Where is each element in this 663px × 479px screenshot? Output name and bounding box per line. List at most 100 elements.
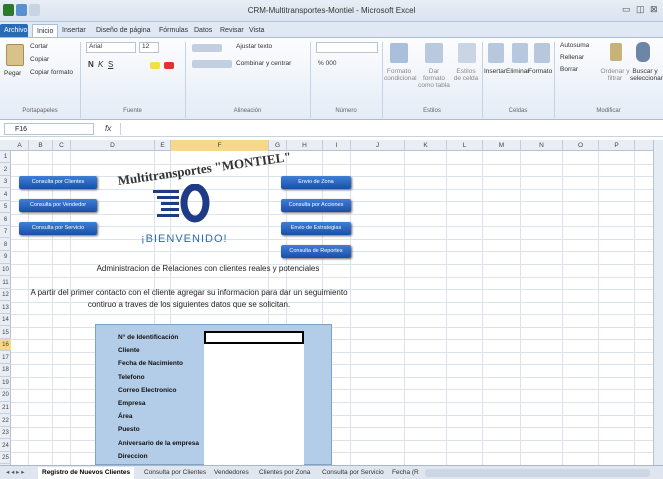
row-header-8[interactable]: 8 — [0, 239, 11, 252]
number-format-select[interactable] — [316, 42, 378, 53]
cut-button[interactable]: Cortar — [30, 43, 48, 50]
column-header-n[interactable]: N — [521, 140, 563, 151]
horizontal-scrollbar[interactable] — [425, 469, 650, 477]
font-size-select[interactable]: 12 — [139, 42, 159, 53]
column-header-b[interactable]: B — [29, 140, 53, 151]
button-consulta-reportes[interactable]: Consulta de Reportes — [281, 245, 351, 258]
tab-insert[interactable]: Insertar — [58, 24, 90, 37]
row-header-12[interactable]: 12 — [0, 289, 11, 302]
row-header-25[interactable]: 25 — [0, 452, 11, 465]
column-header-c[interactable]: C — [53, 140, 71, 151]
row-header-10[interactable]: 10 — [0, 264, 11, 277]
selected-cell[interactable] — [204, 331, 304, 344]
minimize-button[interactable]: ▭ — [622, 4, 631, 15]
column-header-p[interactable]: P — [599, 140, 635, 151]
row-header-14[interactable]: 14 — [0, 314, 11, 327]
column-header-l[interactable]: L — [447, 140, 483, 151]
sheet-tab-consulta-servicio[interactable]: Consulta por Servicio — [318, 467, 388, 479]
button-consulta-servicio[interactable]: Consulta por Servicio — [19, 222, 97, 235]
column-header-e[interactable]: E — [155, 140, 171, 151]
font-color-icon[interactable] — [164, 62, 174, 69]
button-consulta-clientes[interactable]: Consulta por Clientes — [19, 176, 97, 189]
row-header-21[interactable]: 21 — [0, 402, 11, 415]
bold-button[interactable]: N — [88, 60, 94, 69]
tab-page-layout[interactable]: Diseño de página — [92, 24, 155, 37]
sheet-tab-clientes-zona[interactable]: Clientes por Zona — [255, 467, 314, 479]
sort-filter-button[interactable]: Ordenar y filtrar — [600, 68, 630, 82]
format-painter-button[interactable]: Copiar formato — [30, 69, 73, 76]
row-header-16[interactable]: 16 — [0, 339, 11, 352]
conditional-format-icon[interactable] — [390, 43, 408, 63]
table-format-icon[interactable] — [425, 43, 443, 63]
row-header-15[interactable]: 15 — [0, 327, 11, 339]
row-header-13[interactable]: 13 — [0, 302, 11, 314]
fill-button[interactable]: Rellenar — [560, 54, 584, 61]
column-header-d[interactable]: D — [71, 140, 155, 151]
row-header-11[interactable]: 11 — [0, 277, 11, 289]
column-header-i[interactable]: I — [323, 140, 351, 151]
font-name-select[interactable]: Arial — [86, 42, 136, 53]
conditional-format-button[interactable]: Formato condicional — [384, 68, 417, 82]
fill-color-icon[interactable] — [150, 62, 160, 69]
form-input-column[interactable] — [204, 331, 304, 465]
row-header-5[interactable]: 5 — [0, 201, 11, 214]
row-header-24[interactable]: 24 — [0, 440, 11, 452]
insert-button[interactable]: Insertar — [484, 68, 506, 75]
paste-icon[interactable] — [6, 44, 24, 66]
italic-button[interactable]: K — [98, 60, 103, 69]
button-envio-zona[interactable]: Envio de Zona — [281, 176, 351, 189]
button-consulta-vendedor[interactable]: Consulta por Vendedor — [19, 199, 97, 212]
insert-cells-icon[interactable] — [488, 43, 504, 63]
tab-home[interactable]: Inicio — [32, 24, 59, 37]
cell-styles-button[interactable]: Estilos de celda — [452, 68, 480, 82]
clear-button[interactable]: Borrar — [560, 66, 578, 73]
row-header-19[interactable]: 19 — [0, 377, 11, 390]
percent-button[interactable]: % 000 — [318, 60, 336, 67]
button-consulta-acciones[interactable]: Consulta por Acciones — [281, 199, 351, 212]
sheet-tab-registro[interactable]: Registro de Nuevos Clientes — [38, 467, 135, 479]
button-envio-estrategias[interactable]: Envio de Estrategias — [281, 222, 351, 235]
sort-filter-icon[interactable] — [610, 43, 622, 61]
paste-button[interactable]: Pegar — [4, 70, 21, 77]
format-button[interactable]: Formato — [528, 68, 552, 75]
find-select-button[interactable]: Buscar y seleccionar — [630, 68, 663, 82]
close-button[interactable]: ⊠ — [650, 4, 658, 15]
tab-formulas[interactable]: Fórmulas — [155, 24, 192, 37]
column-header-h[interactable]: H — [287, 140, 323, 151]
column-header-j[interactable]: J — [351, 140, 405, 151]
formula-input[interactable] — [120, 123, 655, 135]
align-center-icon[interactable] — [192, 60, 232, 68]
row-header-23[interactable]: 23 — [0, 427, 11, 440]
row-header-20[interactable]: 20 — [0, 389, 11, 402]
sheet-tab-consulta-clientes[interactable]: Consulta por Clientes — [140, 467, 210, 479]
cell-styles-icon[interactable] — [458, 43, 476, 63]
column-header-k[interactable]: K — [405, 140, 447, 151]
column-header-a[interactable]: A — [11, 140, 29, 151]
align-top-icon[interactable] — [192, 44, 222, 52]
sheet-tab-fecha[interactable]: Fecha (R — [388, 467, 423, 479]
row-header-6[interactable]: 6 — [0, 214, 11, 226]
worksheet[interactable]: Consulta por Clientes Consulta por Vende… — [11, 151, 653, 465]
tab-review[interactable]: Revisar — [216, 24, 248, 37]
sheet-nav-arrows[interactable]: ◂ ◂ ▸ ▸ — [2, 467, 28, 479]
wrap-text-button[interactable]: Ajustar texto — [236, 43, 272, 50]
name-box[interactable]: F16 — [4, 123, 94, 135]
column-header-g[interactable]: G — [269, 140, 287, 151]
row-header-17[interactable]: 17 — [0, 352, 11, 364]
tab-file[interactable]: Archivo — [0, 24, 28, 37]
underline-button[interactable]: S — [108, 60, 113, 69]
table-format-button[interactable]: Dar formato como tabla — [418, 68, 450, 89]
fx-icon[interactable]: fx — [105, 124, 111, 133]
row-header-1[interactable]: 1 — [0, 151, 11, 164]
tab-data[interactable]: Datos — [190, 24, 216, 37]
delete-button[interactable]: Eliminar — [506, 68, 529, 75]
restore-button[interactable]: ◫ — [636, 4, 645, 15]
find-icon[interactable] — [636, 42, 650, 62]
row-header-22[interactable]: 22 — [0, 415, 11, 427]
vertical-scrollbar[interactable] — [653, 140, 663, 465]
row-header-3[interactable]: 3 — [0, 176, 11, 189]
row-header-7[interactable]: 7 — [0, 226, 11, 239]
column-header-m[interactable]: M — [483, 140, 521, 151]
row-header-9[interactable]: 9 — [0, 251, 11, 264]
row-header-4[interactable]: 4 — [0, 189, 11, 201]
